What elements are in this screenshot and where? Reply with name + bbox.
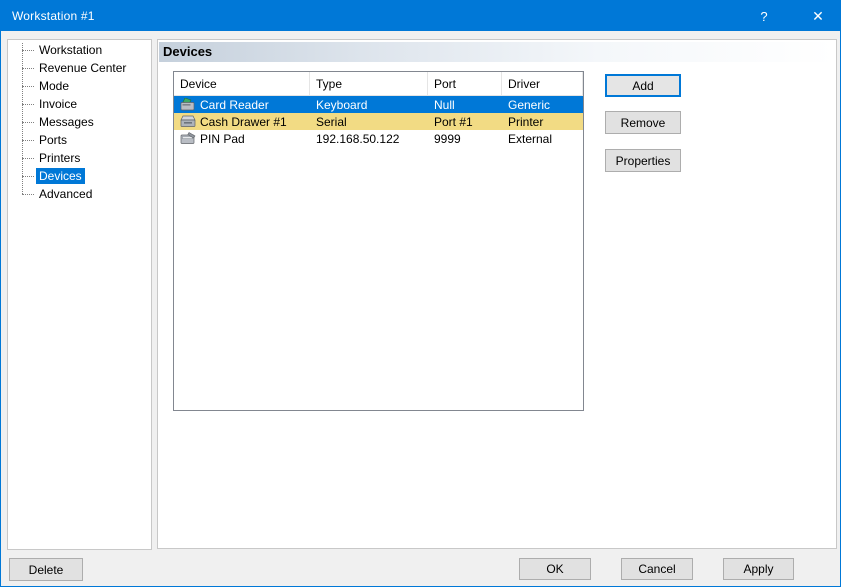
device-type: Serial (310, 113, 428, 130)
tree-item-messages[interactable]: Messages (8, 113, 151, 131)
device-driver: Generic (502, 96, 583, 113)
tree-item-ports[interactable]: Ports (8, 131, 151, 149)
tree-item-invoice[interactable]: Invoice (8, 95, 151, 113)
help-button[interactable]: ? (748, 1, 780, 31)
close-icon: ✕ (812, 8, 824, 25)
properties-button[interactable]: Properties (605, 149, 681, 172)
apply-button[interactable]: Apply (723, 558, 794, 580)
device-list: Device Type Port Driver Card Reader (173, 71, 584, 411)
devices-panel: Devices Device Type Port Driver (157, 39, 837, 549)
add-button[interactable]: Add (605, 74, 681, 97)
column-header-port[interactable]: Port (428, 72, 502, 96)
tree-item-workstation[interactable]: Workstation (8, 41, 151, 59)
column-header-type[interactable]: Type (310, 72, 428, 96)
column-header-device[interactable]: Device (174, 72, 310, 96)
table-row[interactable]: Card Reader Keyboard Null Generic (174, 96, 583, 113)
column-header-driver[interactable]: Driver (502, 72, 583, 96)
device-driver: External (502, 130, 583, 147)
tree-item-devices[interactable]: Devices (8, 167, 151, 185)
remove-button[interactable]: Remove (605, 111, 681, 134)
delete-button[interactable]: Delete (9, 558, 83, 581)
tree-line (22, 43, 23, 194)
device-name: PIN Pad (200, 132, 245, 146)
close-button[interactable]: ✕ (802, 1, 834, 31)
tree-item-revenue-center[interactable]: Revenue Center (8, 59, 151, 77)
device-port: 9999 (428, 130, 502, 147)
settings-tree-panel: Workstation Revenue Center Mode Invoice … (7, 39, 152, 550)
titlebar: Workstation #1 ? ✕ (1, 1, 840, 31)
device-port: Port #1 (428, 113, 502, 130)
table-row[interactable]: Cash Drawer #1 Serial Port #1 Printer (174, 113, 583, 130)
window-title: Workstation #1 (1, 9, 748, 23)
workstation-dialog: Workstation #1 ? ✕ Workstation Revenue C… (0, 0, 841, 587)
device-type: 192.168.50.122 (310, 130, 428, 147)
device-name: Cash Drawer #1 (200, 115, 287, 129)
ok-button[interactable]: OK (519, 558, 591, 580)
help-icon: ? (760, 9, 767, 24)
tree-item-printers[interactable]: Printers (8, 149, 151, 167)
panel-title: Devices (159, 42, 835, 62)
device-port: Null (428, 96, 502, 113)
device-driver: Printer (502, 113, 583, 130)
dialog-body: Workstation Revenue Center Mode Invoice … (1, 31, 840, 586)
card-reader-icon (180, 98, 196, 111)
tree-item-advanced[interactable]: Advanced (8, 185, 151, 203)
device-list-header: Device Type Port Driver (174, 72, 583, 96)
tree-item-mode[interactable]: Mode (8, 77, 151, 95)
device-name: Card Reader (200, 98, 269, 112)
cash-drawer-icon (180, 115, 196, 128)
device-type: Keyboard (310, 96, 428, 113)
cancel-button[interactable]: Cancel (621, 558, 693, 580)
settings-tree: Workstation Revenue Center Mode Invoice … (8, 40, 151, 203)
table-row[interactable]: PIN Pad 192.168.50.122 9999 External (174, 130, 583, 147)
pin-pad-icon (180, 132, 196, 145)
